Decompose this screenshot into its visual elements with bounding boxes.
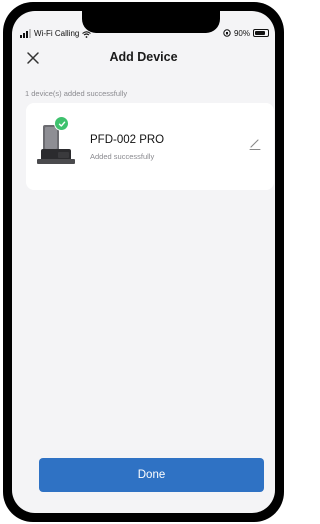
carrier-label: Wi-Fi Calling [34,29,80,38]
status-bar-left: Wi-Fi Calling [20,28,92,38]
phone-frame: Wi-Fi Calling 90% Add Device 1 device(s)… [3,2,284,522]
status-bar-right: 90% [223,28,269,38]
device-card[interactable]: PFD-002 PRO Added successfully [26,103,274,190]
check-icon [54,116,69,131]
battery-icon [253,29,269,37]
phone-notch [82,11,220,33]
battery-percentage: 90% [233,28,250,38]
signal-icon [20,29,31,38]
app-screen: Wi-Fi Calling 90% Add Device 1 device(s)… [12,11,275,513]
page-title: Add Device [109,50,178,64]
done-button[interactable]: Done [39,458,264,492]
orientation-lock-icon [223,29,231,37]
success-summary: 1 device(s) added successfully [25,89,128,98]
device-status: Added successfully [90,152,155,161]
edit-icon[interactable] [248,137,262,151]
header-bar: Add Device [12,47,275,69]
device-name: PFD-002 PRO [90,134,165,146]
